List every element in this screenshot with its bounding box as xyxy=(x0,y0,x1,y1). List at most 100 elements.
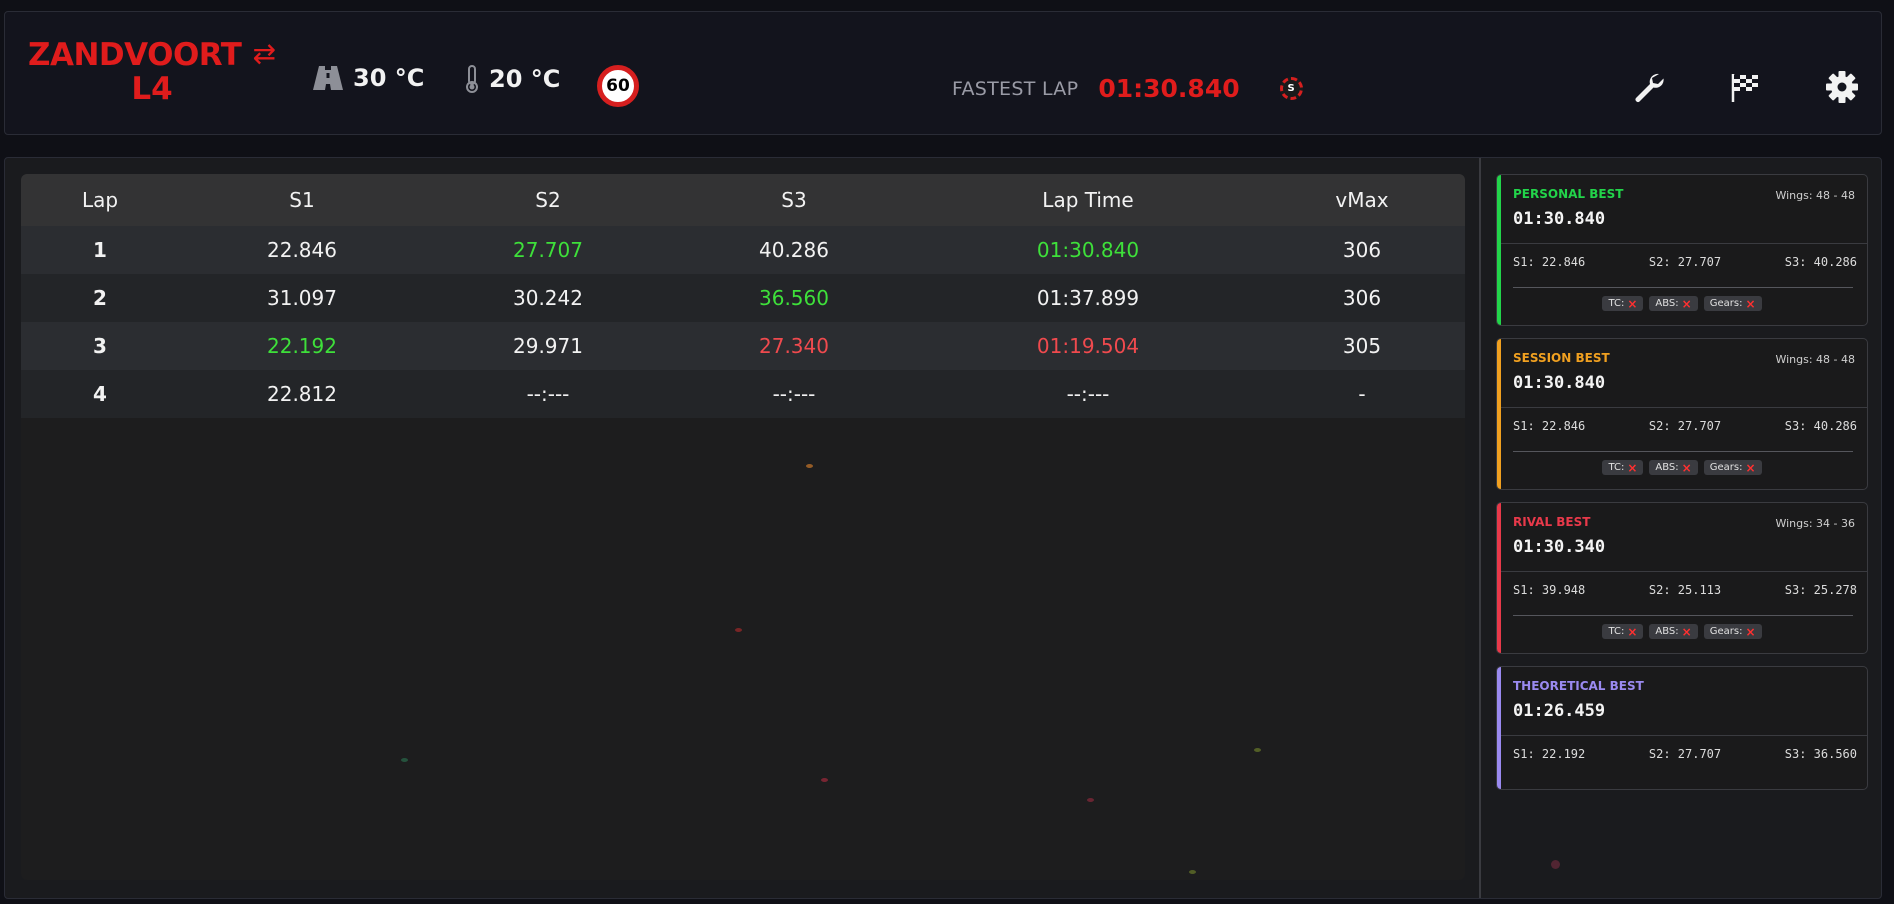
personal-best-card: PERSONAL BEST Wings: 48 - 48 01:30.840 S… xyxy=(1496,174,1868,326)
sector-1: S1: 22.846 xyxy=(1513,255,1586,269)
card-divider xyxy=(1501,407,1867,408)
wrench-icon[interactable] xyxy=(1632,70,1666,104)
col-s3: S3 xyxy=(671,174,917,226)
card-accent-bar xyxy=(1497,667,1501,789)
table-header-row: Lap S1 S2 S3 Lap Time vMax xyxy=(21,174,1465,226)
sector-times: S1: 39.948 S2: 25.113 S3: 25.278 xyxy=(1513,583,1857,597)
tc-label: TC: xyxy=(1608,298,1625,309)
sector-times: S1: 22.846 S2: 27.707 S3: 40.286 xyxy=(1513,419,1857,433)
vmax-cell: 305 xyxy=(1259,322,1465,370)
s1-cell: 22.192 xyxy=(179,322,425,370)
sector-2: S2: 27.707 xyxy=(1648,255,1722,269)
fastest-lap-label: FASTEST LAP xyxy=(952,77,1079,100)
close-icon: × xyxy=(1681,296,1692,311)
close-icon: × xyxy=(1627,296,1638,311)
session-badge-icon: S xyxy=(1279,77,1303,100)
tc-chip: TC: × xyxy=(1602,624,1644,639)
tc-chip: TC: × xyxy=(1602,460,1644,475)
decor-dot xyxy=(806,464,813,468)
gears-chip: Gears: × xyxy=(1703,460,1762,475)
s1-cell: 22.846 xyxy=(179,226,425,274)
table-row[interactable]: 4 22.812 --:--- --:--- --:--- - xyxy=(21,370,1465,418)
vmax-cell: - xyxy=(1259,370,1465,418)
col-vmax: vMax xyxy=(1259,174,1465,226)
lap-time-cell: 01:37.899 xyxy=(917,274,1259,322)
abs-chip: ABS: × xyxy=(1649,460,1698,475)
card-title: PERSONAL BEST xyxy=(1513,187,1624,201)
tc-chip: TC: × xyxy=(1602,296,1644,311)
close-icon: × xyxy=(1681,460,1692,475)
card-divider xyxy=(1501,571,1867,572)
sector-times: S1: 22.192 S2: 27.707 S3: 36.560 xyxy=(1513,747,1857,761)
lap-cell: 3 xyxy=(21,322,179,370)
sector-3: S3: 40.286 xyxy=(1784,255,1857,269)
gears-chip: Gears: × xyxy=(1703,296,1762,311)
sector-3: S3: 36.560 xyxy=(1784,747,1857,761)
vmax-cell: 306 xyxy=(1259,226,1465,274)
wings-setting: Wings: 48 - 48 xyxy=(1775,189,1855,202)
table-row[interactable]: 3 22.192 29.971 27.340 01:19.504 305 xyxy=(21,322,1465,370)
sector-2: S2: 25.113 xyxy=(1648,583,1722,597)
sector-3: S3: 40.286 xyxy=(1784,419,1857,433)
col-s1: S1 xyxy=(179,174,425,226)
fastest-lap: FASTEST LAP 01:30.840 S xyxy=(952,74,1303,103)
decor-dot xyxy=(1189,870,1196,874)
lap-time-cell: 01:30.840 xyxy=(917,226,1259,274)
tc-label: TC: xyxy=(1608,626,1625,637)
decor-dot xyxy=(1087,798,1094,802)
sector-2: S2: 27.707 xyxy=(1648,419,1722,433)
air-temp-value: 30 °C xyxy=(353,64,425,92)
best-time: 01:30.840 xyxy=(1513,373,1606,393)
s2-cell: 30.242 xyxy=(425,274,671,322)
table-row[interactable]: 2 31.097 30.242 36.560 01:37.899 306 xyxy=(21,274,1465,322)
lap-time-cell: --:--- xyxy=(917,370,1259,418)
card-title: RIVAL BEST xyxy=(1513,515,1591,529)
s3-cell: 27.340 xyxy=(671,322,917,370)
card-divider xyxy=(1513,287,1853,288)
table-row[interactable]: 1 22.846 27.707 40.286 01:30.840 306 xyxy=(21,226,1465,274)
checkered-flag-icon[interactable] xyxy=(1728,70,1762,104)
fastest-lap-time: 01:30.840 xyxy=(1098,74,1240,103)
close-icon: × xyxy=(1681,624,1692,639)
decor-dot xyxy=(1254,748,1261,752)
sector-2: S2: 27.707 xyxy=(1648,747,1722,761)
card-divider xyxy=(1513,451,1853,452)
top-bar: ZANDVOORT ⇄ L4 30 °C 20 °C 60 FASTEST LA… xyxy=(4,11,1882,135)
abs-label: ABS: xyxy=(1655,626,1679,637)
tc-label: TC: xyxy=(1608,462,1625,473)
track-temperature: 20 °C xyxy=(463,64,560,94)
card-divider xyxy=(1501,735,1867,736)
col-lap-time: Lap Time xyxy=(917,174,1259,226)
wings-setting: Wings: 48 - 48 xyxy=(1775,353,1855,366)
abs-label: ABS: xyxy=(1655,298,1679,309)
s3-cell: 40.286 xyxy=(671,226,917,274)
abs-label: ABS: xyxy=(1655,462,1679,473)
gear-icon[interactable] xyxy=(1825,70,1859,104)
close-icon: × xyxy=(1745,460,1756,475)
swap-arrows-icon[interactable]: ⇄ xyxy=(253,37,276,70)
sector-1: S1: 22.846 xyxy=(1513,419,1586,433)
col-s2: S2 xyxy=(425,174,671,226)
s3-cell: 36.560 xyxy=(671,274,917,322)
close-icon: × xyxy=(1745,624,1756,639)
track-info: ZANDVOORT ⇄ L4 xyxy=(27,37,277,107)
s2-cell: --:--- xyxy=(425,370,671,418)
sector-1: S1: 22.192 xyxy=(1513,747,1586,761)
lap-cell: 4 xyxy=(21,370,179,418)
track-name: ZANDVOORT xyxy=(28,37,242,73)
decor-dot xyxy=(1551,860,1560,869)
card-divider xyxy=(1513,615,1853,616)
session-best-card: SESSION BEST Wings: 48 - 48 01:30.840 S1… xyxy=(1496,338,1868,490)
s2-cell: 27.707 xyxy=(425,226,671,274)
panel-divider xyxy=(1479,158,1481,898)
gears-label: Gears: xyxy=(1709,626,1743,637)
sector-times: S1: 22.846 S2: 27.707 S3: 40.286 xyxy=(1513,255,1857,269)
abs-chip: ABS: × xyxy=(1649,296,1698,311)
s1-cell: 31.097 xyxy=(179,274,425,322)
decor-dot xyxy=(821,778,828,782)
assist-chips: TC: × ABS: × Gears: × xyxy=(1497,460,1867,475)
gears-label: Gears: xyxy=(1709,298,1743,309)
close-icon: × xyxy=(1745,296,1756,311)
abs-chip: ABS: × xyxy=(1649,624,1698,639)
best-time: 01:30.340 xyxy=(1513,537,1606,557)
